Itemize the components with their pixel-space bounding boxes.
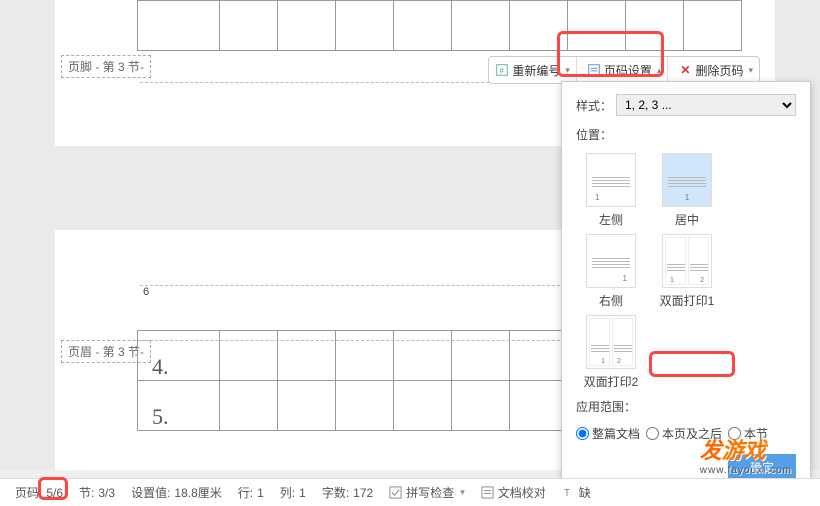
site-watermark: 发游戏 www.fayouxi.com: [700, 433, 792, 476]
position-left[interactable]: 1 左侧: [576, 153, 646, 228]
svg-text:T: T: [564, 488, 570, 499]
delete-label: 删除页码: [695, 62, 743, 79]
style-label: 样式：: [576, 97, 616, 114]
footer-region-tag: 页脚 - 第 3 节-: [61, 55, 151, 78]
renumber-icon: #: [495, 63, 509, 77]
status-docproof[interactable]: 文档校对: [481, 484, 546, 501]
editor-canvas: 3. 页脚 - 第 3 节- 6 页眉 - 第 3 节- 4. 5. # 重新编…: [0, 0, 820, 470]
highlight-box: [649, 351, 735, 377]
docproof-icon: [481, 486, 494, 499]
status-section[interactable]: 节: 3/3: [79, 484, 115, 501]
scope-label: 应用范围：: [576, 398, 636, 415]
delete-icon: ✕: [678, 63, 692, 77]
row-number: 4.: [138, 331, 220, 381]
spellcheck-icon: [389, 486, 402, 499]
scope-whole-option[interactable]: 整篇文档: [576, 425, 640, 442]
page-number-display: 6: [143, 286, 149, 298]
status-line[interactable]: 行: 1: [238, 484, 264, 501]
position-label: 位置：: [576, 126, 612, 143]
row-number: 5.: [138, 381, 220, 431]
status-spellcheck[interactable]: 拼写检查▾: [389, 484, 465, 501]
dropdown-caret-icon: ▾: [748, 65, 753, 76]
status-column[interactable]: 列: 1: [280, 484, 306, 501]
position-dual1[interactable]: 1 2 双面打印1: [652, 234, 722, 309]
position-center[interactable]: 1 居中: [652, 153, 722, 228]
delete-page-number-button[interactable]: ✕ 删除页码 ▾: [672, 57, 759, 83]
status-bar: 页码: 5/6 节: 3/3 设置值: 18.8厘米 行: 1 列: 1 字数:…: [0, 478, 820, 506]
status-truncated[interactable]: T 缺: [562, 484, 591, 501]
position-right[interactable]: 1 右侧: [576, 234, 646, 309]
status-wordcount[interactable]: 字数: 172: [322, 484, 373, 501]
position-dual2[interactable]: 1 2 双面打印2: [576, 315, 646, 390]
status-position[interactable]: 设置值: 18.8厘米: [131, 484, 222, 501]
highlight-box: [38, 477, 68, 500]
header-guideline: [140, 285, 560, 286]
text-icon: T: [562, 486, 575, 499]
header-guideline2: [140, 340, 560, 341]
renumber-label: 重新编号: [512, 62, 560, 79]
style-select[interactable]: 1, 2, 3 ...: [616, 94, 796, 116]
highlight-box: [557, 31, 664, 77]
svg-text:#: #: [500, 67, 505, 76]
